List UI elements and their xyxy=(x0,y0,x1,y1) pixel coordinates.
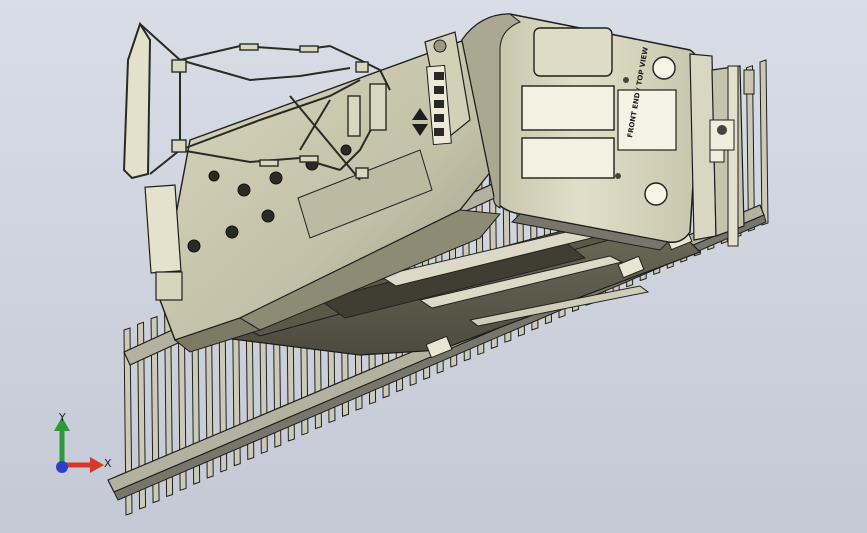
cad-graphics-viewport[interactable]: FRONT END / TOP VIEW Y X xyxy=(0,0,867,533)
track-tie xyxy=(759,59,769,226)
z-axis-dot xyxy=(56,461,68,473)
locomotive-model[interactable]: FRONT END / TOP VIEW xyxy=(0,0,867,533)
x-axis-label: X xyxy=(104,457,112,470)
x-axis-arrowhead xyxy=(90,457,104,473)
coordinate-triad: Y X xyxy=(40,405,130,485)
y-axis-label: Y xyxy=(59,411,66,424)
